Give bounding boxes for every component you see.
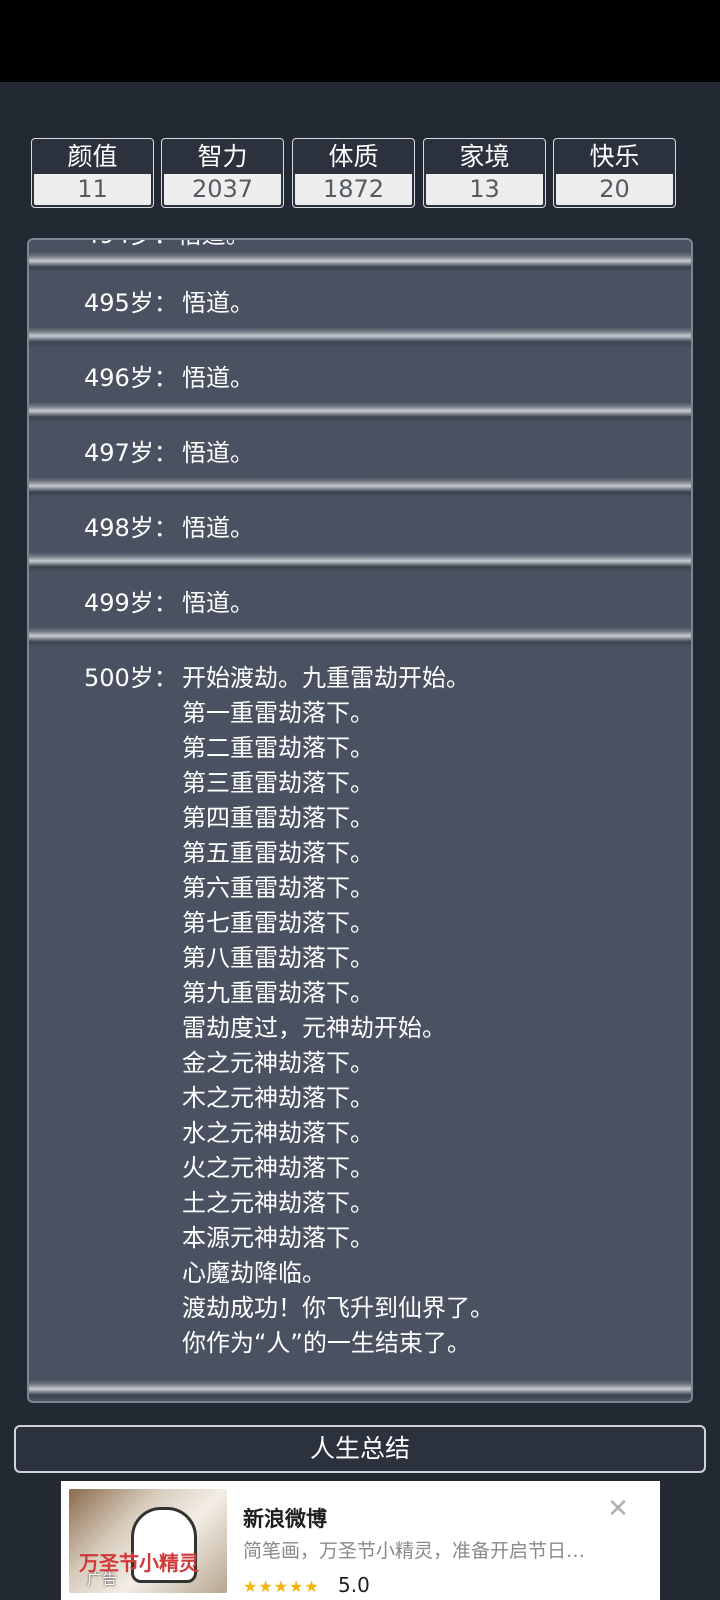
entry-line: 土之元神劫落下。 [182,1189,374,1217]
entry-line: 第六重雷劫落下。 [182,874,374,902]
divider [29,477,691,497]
ad-title[interactable]: 新浪微博 [243,1503,327,1533]
entry-line: 第一重雷劫落下。 [182,699,374,727]
stat-label: 家境 [459,142,510,171]
stat-label: 快乐 [589,142,640,171]
entry-line: 第九重雷劫落下。 [182,979,374,1007]
entry-line: 第八重雷劫落下。 [182,944,374,972]
entry-line: 水之元神劫落下。 [182,1119,374,1147]
entry-age: 499岁： [84,589,178,617]
stat-label: 颜值 [67,142,118,171]
entry-line: 悟道。 [182,289,254,317]
entry-line: 悟道。 [182,439,254,467]
entry-line: 本源元神劫落下。 [182,1224,374,1252]
stat-intelligence: 智力 2037 [161,138,284,208]
divider [29,252,691,272]
divider [29,327,691,347]
entry-line: 心魔劫降临。 [182,1259,326,1287]
stat-family: 家境 13 [423,138,546,208]
entry-line: 火之元神劫落下。 [182,1154,374,1182]
entry-line: 第七重雷劫落下。 [182,909,374,937]
stats-panel: 颜值 11 智力 2037 体质 1872 家境 13 快乐 20 [31,138,690,208]
stat-value: 13 [426,174,543,205]
entry-age: 495岁： [84,289,178,317]
entry-line: 第五重雷劫落下。 [182,839,374,867]
entry-text: 494岁：悟道。 [84,240,250,253]
entry-line: 第二重雷劫落下。 [182,734,374,762]
divider [29,627,691,647]
entry-age: 500岁： [84,664,178,692]
ad-banner[interactable]: 万圣节小精灵 广告 新浪微博 简笔画，万圣节小精灵，准备开启节日… ✕ ★★★★… [61,1481,660,1600]
entry-line: 悟道。 [182,589,254,617]
life-log[interactable]: 494岁：悟道。 495岁： 悟道。 496岁： 悟道。 497岁： 悟道。 4… [27,238,693,1403]
divider [29,402,691,422]
entry-line: 木之元神劫落下。 [182,1084,374,1112]
stat-value: 11 [34,174,151,205]
stat-appearance: 颜值 11 [31,138,154,208]
life-summary-button[interactable]: 人生总结 [14,1425,706,1473]
rating-stars-icon: ★★★★★ [243,1577,320,1596]
entry-line: 第三重雷劫落下。 [182,769,374,797]
entry-line: 开始渡劫。九重雷劫开始。 [182,664,470,692]
entry-age: 498岁： [84,514,178,542]
stat-value: 1872 [295,174,412,205]
entry-line: 渡劫成功！你飞升到仙界了。 [182,1294,494,1322]
entry-age: 497岁： [84,439,178,467]
stat-label: 体质 [328,142,379,171]
divider [29,1380,691,1400]
entry-age: 496岁： [84,364,178,392]
divider [29,552,691,572]
stat-value: 20 [556,174,673,205]
ad-description[interactable]: 简笔画，万圣节小精灵，准备开启节日… [243,1536,603,1563]
close-icon[interactable]: ✕ [604,1495,632,1523]
entry-line: 第四重雷劫落下。 [182,804,374,832]
stat-value: 2037 [164,174,281,205]
ad-label: 广告 [87,1570,118,1588]
ad-rating: 5.0 [338,1573,370,1597]
ad-image[interactable]: 万圣节小精灵 广告 [69,1489,227,1593]
entry-line: 悟道。 [182,514,254,542]
stat-happiness: 快乐 20 [553,138,676,208]
entry-line: 雷劫度过，元神劫开始。 [182,1014,446,1042]
stat-constitution: 体质 1872 [292,138,415,208]
entry-line: 你作为“人”的一生结束了。 [182,1329,471,1357]
status-bar [0,0,720,82]
entry-line: 悟道。 [182,364,254,392]
stat-label: 智力 [197,142,248,171]
entry-line: 金之元神劫落下。 [182,1049,374,1077]
